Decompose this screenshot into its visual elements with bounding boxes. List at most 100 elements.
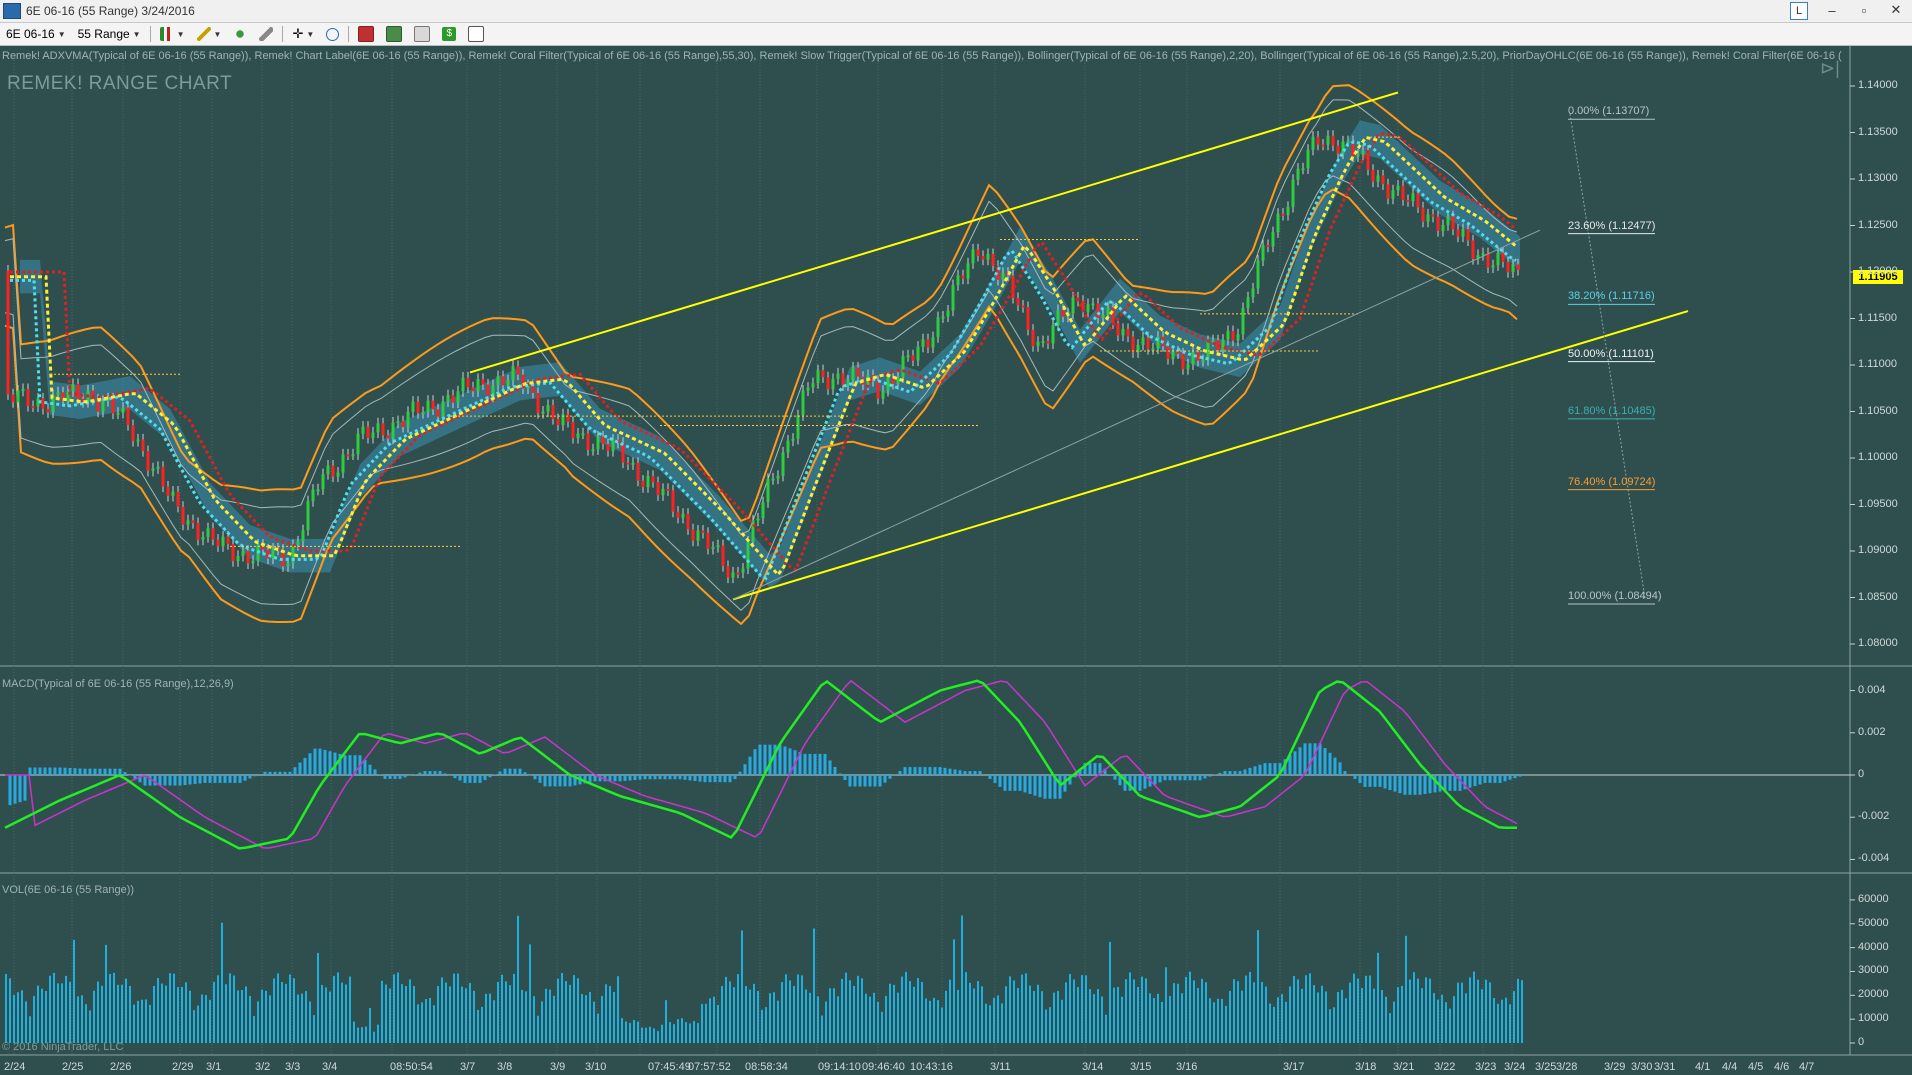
candle-body	[1211, 340, 1215, 343]
candle-body	[541, 411, 545, 414]
candle-body	[346, 454, 350, 457]
candle-body	[1051, 325, 1055, 344]
time-tick-label: 3/25	[1535, 1061, 1557, 1073]
minimize-button[interactable]: –	[1816, 0, 1848, 20]
candle-body	[646, 475, 650, 488]
eraser-button[interactable]	[253, 24, 279, 44]
candle-body	[806, 387, 810, 391]
candle-body	[1086, 304, 1090, 312]
time-tick-label: 3/29	[1604, 1061, 1626, 1073]
candle-body	[1016, 297, 1020, 306]
candle-body	[676, 511, 680, 518]
chart-area[interactable]	[0, 46, 1912, 1075]
candle-body	[1091, 303, 1095, 306]
zoom-button[interactable]	[320, 24, 345, 44]
chart-toolbar: 6E 06-16 ▼ 55 Range ▼ ▼ ▼ ✛ ▼ $	[0, 23, 1912, 46]
strategies-button[interactable]	[380, 24, 408, 44]
candle-body	[716, 545, 720, 548]
candle-body	[306, 501, 310, 531]
macd-tick-label: 0.002	[1858, 725, 1886, 738]
candle-body	[551, 405, 555, 420]
candle-body	[1321, 144, 1325, 147]
candle-body	[1226, 331, 1230, 340]
crosshair-button[interactable]: ✛ ▼	[286, 24, 320, 44]
candle-body	[1241, 308, 1245, 335]
price-tick-label: 1.13000	[1858, 172, 1898, 184]
candle-body	[831, 378, 835, 390]
candle-body	[1391, 190, 1395, 199]
time-tick-label: 2/24	[4, 1061, 26, 1073]
candle-body	[481, 379, 485, 385]
candle-body	[671, 490, 675, 512]
candle-body	[836, 373, 840, 379]
candle-body	[1356, 154, 1360, 157]
candle-body	[201, 537, 205, 540]
period-selector[interactable]: 55 Range ▼	[72, 24, 147, 44]
time-tick-label: 3/28	[1556, 1061, 1578, 1073]
strategies-icon	[386, 26, 403, 42]
candle-body	[876, 381, 880, 399]
candle-body	[1176, 351, 1180, 354]
candle-body	[1026, 307, 1030, 330]
indicators-button[interactable]	[352, 24, 380, 44]
candle-body	[1171, 351, 1175, 360]
link-button[interactable]: L	[1790, 2, 1808, 20]
price-tick-label: 1.13500	[1858, 125, 1898, 138]
candle-body	[1096, 303, 1100, 318]
candle-body	[951, 285, 955, 311]
candle-body	[941, 316, 945, 319]
price-tick-label: 1.10500	[1858, 404, 1898, 417]
candle-body	[841, 373, 845, 386]
candle-body	[1366, 150, 1370, 170]
candle-body	[176, 491, 180, 507]
candle-body	[56, 392, 60, 396]
candle-body	[751, 520, 755, 542]
candle-body	[1471, 240, 1475, 259]
candle-body	[191, 520, 195, 524]
candle-body	[1371, 169, 1375, 182]
time-tick-label: 4/4	[1722, 1061, 1738, 1073]
candle-body	[391, 422, 395, 439]
time-tick-label: 10:43:16	[910, 1061, 953, 1073]
dollar-button[interactable]: $	[436, 24, 462, 44]
candle-body	[741, 568, 745, 573]
candle-body	[636, 462, 640, 481]
time-tick-label: 3/21	[1393, 1061, 1415, 1073]
chart-style-button[interactable]: ▼	[154, 24, 191, 44]
candle-body	[1421, 207, 1425, 222]
candle-body	[196, 523, 200, 540]
instrument-selector[interactable]: 6E 06-16 ▼	[0, 24, 72, 44]
properties-button[interactable]	[462, 24, 490, 44]
close-button[interactable]: ✕	[1880, 0, 1912, 20]
magnet-button[interactable]	[227, 24, 253, 44]
candle-body	[661, 488, 665, 496]
data-box-button[interactable]	[408, 24, 436, 44]
play-forward-icon[interactable]: ⊳|	[1820, 58, 1840, 79]
price-tick-label: 1.08000	[1858, 637, 1898, 649]
candle-body	[1381, 175, 1385, 185]
window-title: 6E 06-16 (55 Range) 3/24/2016	[26, 4, 195, 18]
candle-body	[666, 488, 670, 491]
drawing-tools-button[interactable]: ▼	[191, 24, 228, 44]
maximize-button[interactable]: ▫	[1848, 0, 1880, 20]
candle-body	[211, 528, 215, 540]
candle-body	[496, 376, 500, 386]
candle-body	[651, 475, 655, 483]
candle-body	[16, 390, 20, 403]
candle-body	[1001, 272, 1005, 280]
candle-body	[221, 536, 225, 547]
candle-body	[856, 367, 860, 377]
candle-body	[631, 462, 635, 465]
candle-body	[1311, 136, 1315, 150]
crosshair-icon: ✛	[292, 26, 304, 41]
candle-body	[1046, 341, 1050, 344]
chart-canvas[interactable]	[0, 46, 1912, 1075]
candle-body	[411, 401, 415, 412]
candle-body	[1481, 253, 1485, 256]
candle-body	[1186, 364, 1190, 370]
candle-body	[696, 530, 700, 541]
candle-body	[241, 550, 245, 556]
candle-body	[131, 425, 135, 442]
time-tick-label: 3/10	[585, 1061, 607, 1073]
candle-body	[701, 530, 705, 533]
